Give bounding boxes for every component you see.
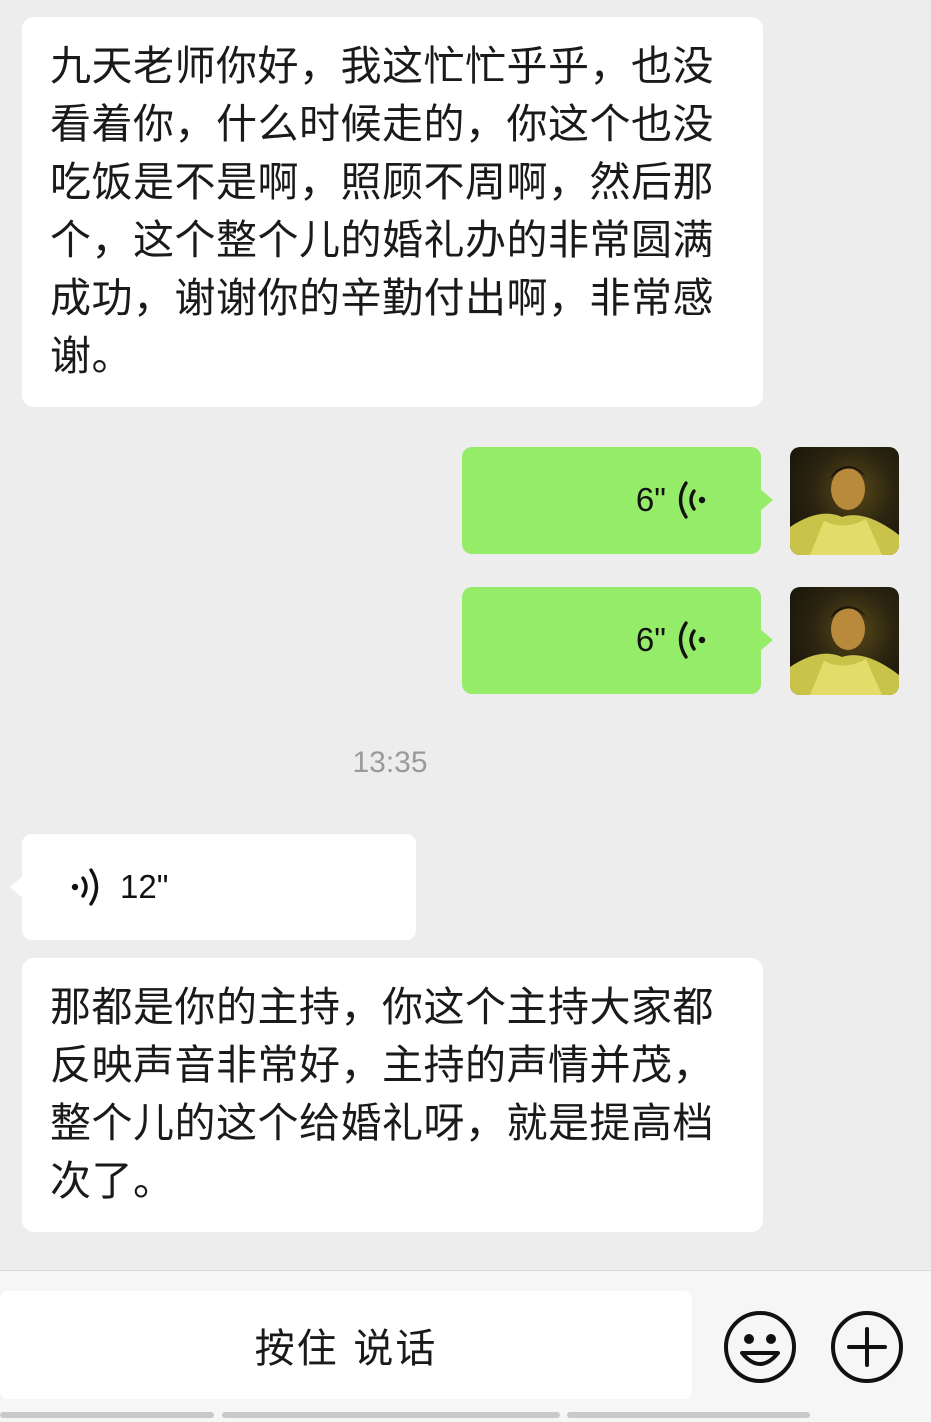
plus-circle-icon[interactable] xyxy=(829,1309,905,1385)
home-indicator xyxy=(0,1412,214,1418)
chat-input-bar: 按住 说话 xyxy=(0,1270,931,1422)
hold-to-talk-button[interactable]: 按住 说话 xyxy=(0,1291,692,1399)
incoming-text-message[interactable]: 九天老师你好，我这忙忙乎乎，也没看着你，什么时候走的，你这个也没吃饭是不是啊，照… xyxy=(22,17,763,407)
message-text: 那都是你的主持，你这个主持大家都反映声音非常好，主持的声情并茂，整个儿的这个给婚… xyxy=(50,983,714,1205)
home-indicator xyxy=(222,1412,560,1418)
incoming-voice-message[interactable]: 12" xyxy=(10,834,416,940)
emoji-smile-icon[interactable] xyxy=(722,1309,798,1385)
voice-duration: 6" xyxy=(635,481,666,518)
message-timestamp: 13:35 xyxy=(352,746,428,779)
voice-duration: 12" xyxy=(120,868,169,905)
outgoing-voice-message[interactable]: 6" xyxy=(462,587,773,694)
avatar-photo-icon xyxy=(790,606,899,695)
avatar[interactable] xyxy=(790,447,899,555)
incoming-text-message[interactable]: 那都是你的主持，你这个主持大家都反映声音非常好，主持的声情并茂，整个儿的这个给婚… xyxy=(22,958,763,1232)
outgoing-voice-message[interactable]: 6" xyxy=(462,447,773,554)
voice-wave-icon xyxy=(678,481,706,519)
avatar[interactable] xyxy=(790,587,899,695)
voice-wave-icon xyxy=(678,621,706,659)
voice-wave-icon xyxy=(71,868,99,906)
home-indicator xyxy=(567,1412,810,1418)
message-text: 九天老师你好，我这忙忙乎乎，也没看着你，什么时候走的，你这个也没吃饭是不是啊，照… xyxy=(50,42,714,380)
avatar-photo-icon xyxy=(790,466,899,555)
voice-duration: 6" xyxy=(635,621,666,658)
